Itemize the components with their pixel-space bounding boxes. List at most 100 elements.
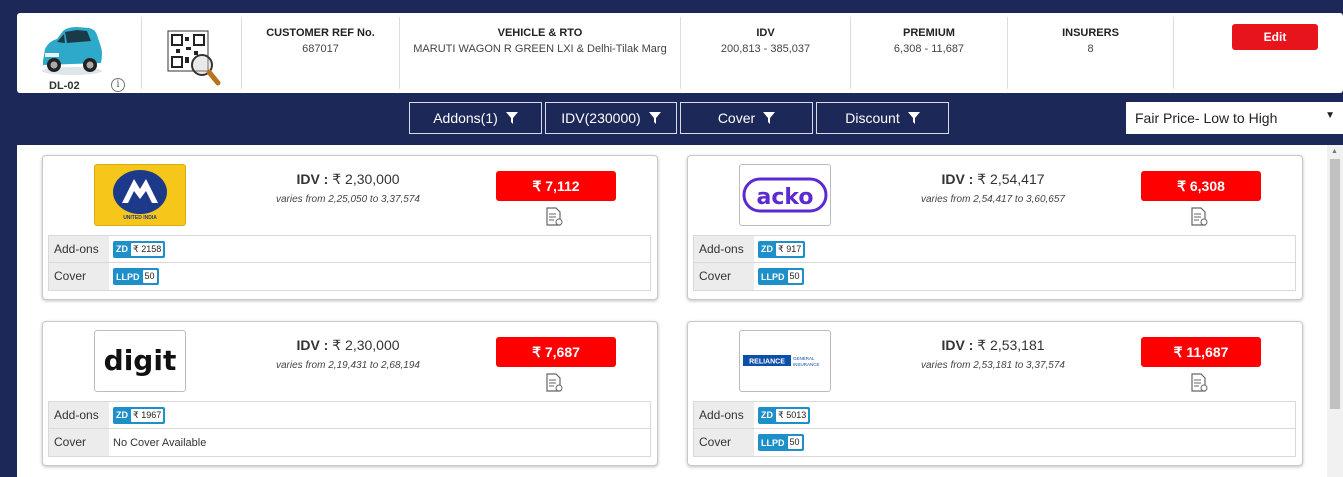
premium-range-cell: PREMIUM 6,308 - 11,687 bbox=[851, 17, 1008, 89]
filter-icon bbox=[505, 112, 518, 124]
addons-label: Add-ons bbox=[694, 402, 754, 428]
idv-filter-button[interactable]: IDV(230000) bbox=[545, 102, 677, 134]
vehicle-rto-cell: VEHICLE & RTO MARUTI WAGON R GREEN LXI &… bbox=[400, 17, 681, 89]
policy-document-icon[interactable] bbox=[1189, 373, 1209, 393]
sort-dropdown[interactable]: Fair Price- Low to High ▼ bbox=[1126, 102, 1343, 134]
premium-buy-button[interactable]: ₹ 11,687 bbox=[1141, 337, 1261, 367]
premium-buy-button[interactable]: ₹ 6,308 bbox=[1141, 171, 1261, 201]
idv-line: IDV : ₹ 2,30,000 bbox=[233, 337, 463, 354]
cover-row: Cover LLPD 50 bbox=[694, 263, 1295, 290]
addons-filter-button[interactable]: Addons(1) bbox=[409, 102, 542, 134]
cover-row: Cover No Cover Available bbox=[49, 429, 650, 456]
idv-line: IDV : ₹ 2,53,181 bbox=[878, 337, 1108, 354]
idv-label: IDV : bbox=[941, 171, 974, 187]
policy-document-icon[interactable] bbox=[1189, 207, 1209, 227]
premium-label: PREMIUM bbox=[903, 27, 955, 39]
cover-filter-label: Cover bbox=[717, 110, 756, 126]
summary-bar: DL-02 i CUSTOMER REF No. 687017 VEHICLE … bbox=[17, 13, 1343, 93]
idv-range: varies from 2,19,431 to 2,68,194 bbox=[276, 360, 420, 371]
qr-cell bbox=[142, 17, 242, 89]
scroll-up-icon[interactable]: ▲ bbox=[1331, 148, 1338, 155]
premium-buy-button[interactable]: ₹ 7,112 bbox=[496, 171, 616, 201]
svg-text:INSURANCE: INSURANCE bbox=[793, 362, 820, 367]
discount-filter-label: Discount bbox=[845, 110, 900, 126]
filter-icon bbox=[763, 112, 776, 124]
filter-icon bbox=[907, 112, 920, 124]
idv-range-cell: IDV 200,813 - 385,037 bbox=[681, 17, 851, 89]
idv-value: ₹ 2,54,417 bbox=[977, 171, 1045, 187]
llpd-tag: LLPD 50 bbox=[113, 268, 159, 285]
edit-button[interactable]: Edit bbox=[1232, 24, 1318, 50]
acko-logo-icon: acko bbox=[742, 177, 828, 213]
insurer-logo: UNITED INDIA bbox=[94, 164, 186, 226]
idv-line: IDV : ₹ 2,30,000 bbox=[233, 171, 463, 188]
idv-line: IDV : ₹ 2,54,417 bbox=[878, 171, 1108, 188]
addons-row: Add-ons ZD ₹ 5013 bbox=[694, 402, 1295, 429]
addons-label: Add-ons bbox=[49, 402, 109, 428]
cover-label: Cover bbox=[694, 429, 754, 456]
idv-filter-label: IDV(230000) bbox=[561, 110, 641, 126]
zero-dep-tag: ZD ₹ 917 bbox=[758, 240, 806, 258]
discount-filter-button[interactable]: Discount bbox=[816, 102, 949, 134]
addons-label: Add-ons bbox=[694, 236, 754, 262]
policy-document-icon[interactable] bbox=[544, 373, 564, 393]
rto-code: DL-02 bbox=[49, 80, 80, 92]
idv-range: varies from 2,54,417 to 3,60,657 bbox=[921, 194, 1065, 205]
svg-text:RELIANCE: RELIANCE bbox=[749, 359, 785, 366]
svg-text:GENERAL: GENERAL bbox=[793, 356, 815, 361]
customer-ref-value: 687017 bbox=[302, 43, 339, 55]
info-icon[interactable]: i bbox=[111, 78, 125, 92]
quote-card-digit: digit IDV : ₹ 2,30,000 varies from 2,19,… bbox=[42, 321, 658, 466]
filter-icon bbox=[648, 112, 661, 124]
quotes-list: UNITED INDIA IDV : ₹ 2,30,000 varies fro… bbox=[17, 145, 1327, 477]
united-india-logo-icon: UNITED INDIA bbox=[96, 165, 184, 225]
card-details: Add-ons ZD ₹ 5013 Cover LLPD 50 bbox=[693, 401, 1296, 457]
llpd-tag: LLPD 50 bbox=[758, 268, 804, 285]
cover-label: Cover bbox=[49, 263, 109, 290]
insurers-cell: INSURERS 8 bbox=[1008, 17, 1174, 89]
addons-row: Add-ons ZD ₹ 1967 bbox=[49, 402, 650, 429]
scrollbar-thumb[interactable] bbox=[1330, 159, 1340, 409]
edit-cell: Edit bbox=[1174, 13, 1343, 93]
svg-text:UNITED INDIA: UNITED INDIA bbox=[123, 215, 157, 221]
svg-text:acko: acko bbox=[756, 185, 813, 210]
idv-range: varies from 2,25,050 to 3,37,574 bbox=[276, 194, 420, 205]
cover-row: Cover LLPD 50 bbox=[694, 429, 1295, 456]
quote-card-acko: acko IDV : ₹ 2,54,417 varies from 2,54,4… bbox=[687, 155, 1303, 300]
cover-label: Cover bbox=[49, 429, 109, 456]
zero-dep-tag: ZD ₹ 5013 bbox=[758, 406, 811, 424]
sort-selected-value: Fair Price- Low to High bbox=[1135, 110, 1278, 126]
zero-dep-tag: ZD ₹ 1967 bbox=[113, 406, 166, 424]
idv-label: IDV bbox=[756, 27, 775, 39]
idv-label: IDV : bbox=[296, 171, 329, 187]
insurer-logo: acko bbox=[739, 164, 831, 226]
insurers-label: INSURERS bbox=[1062, 27, 1119, 39]
addons-filter-label: Addons(1) bbox=[433, 110, 498, 126]
idv-label: IDV : bbox=[296, 337, 329, 353]
car-image bbox=[42, 27, 102, 75]
customer-ref-label: CUSTOMER REF No. bbox=[266, 27, 375, 39]
idv-value: ₹ 2,30,000 bbox=[332, 171, 400, 187]
premium-buy-button[interactable]: ₹ 7,687 bbox=[496, 337, 616, 367]
zero-dep-tag: ZD ₹ 2158 bbox=[113, 240, 166, 258]
vehicle-thumbnail-cell: DL-02 i bbox=[17, 17, 142, 92]
vertical-scrollbar[interactable]: ▲ bbox=[1327, 145, 1343, 477]
policy-document-icon[interactable] bbox=[544, 207, 564, 227]
quote-card-united-india: UNITED INDIA IDV : ₹ 2,30,000 varies fro… bbox=[42, 155, 658, 300]
digit-logo-icon: digit bbox=[104, 344, 177, 377]
qr-search-icon[interactable] bbox=[166, 29, 222, 87]
card-details: Add-ons ZD ₹ 2158 Cover LLPD 50 bbox=[48, 235, 651, 291]
quote-card-reliance: RELIANCE GENERAL INSURANCE IDV : ₹ 2,53,… bbox=[687, 321, 1303, 466]
cover-label: Cover bbox=[694, 263, 754, 290]
cover-row: Cover LLPD 50 bbox=[49, 263, 650, 290]
card-details: Add-ons ZD ₹ 1967 Cover No Cover Availabl… bbox=[48, 401, 651, 457]
svg-text:digit: digit bbox=[104, 344, 177, 377]
cover-filter-button[interactable]: Cover bbox=[680, 102, 813, 134]
insurers-count: 8 bbox=[1087, 43, 1094, 55]
customer-ref-cell: CUSTOMER REF No. 687017 bbox=[242, 17, 400, 89]
addons-row: Add-ons ZD ₹ 917 bbox=[694, 236, 1295, 263]
idv-range-value: 200,813 - 385,037 bbox=[720, 43, 811, 55]
vehicle-label: VEHICLE & RTO bbox=[497, 27, 583, 39]
insurer-logo: digit bbox=[94, 330, 186, 392]
card-details: Add-ons ZD ₹ 917 Cover LLPD 50 bbox=[693, 235, 1296, 291]
